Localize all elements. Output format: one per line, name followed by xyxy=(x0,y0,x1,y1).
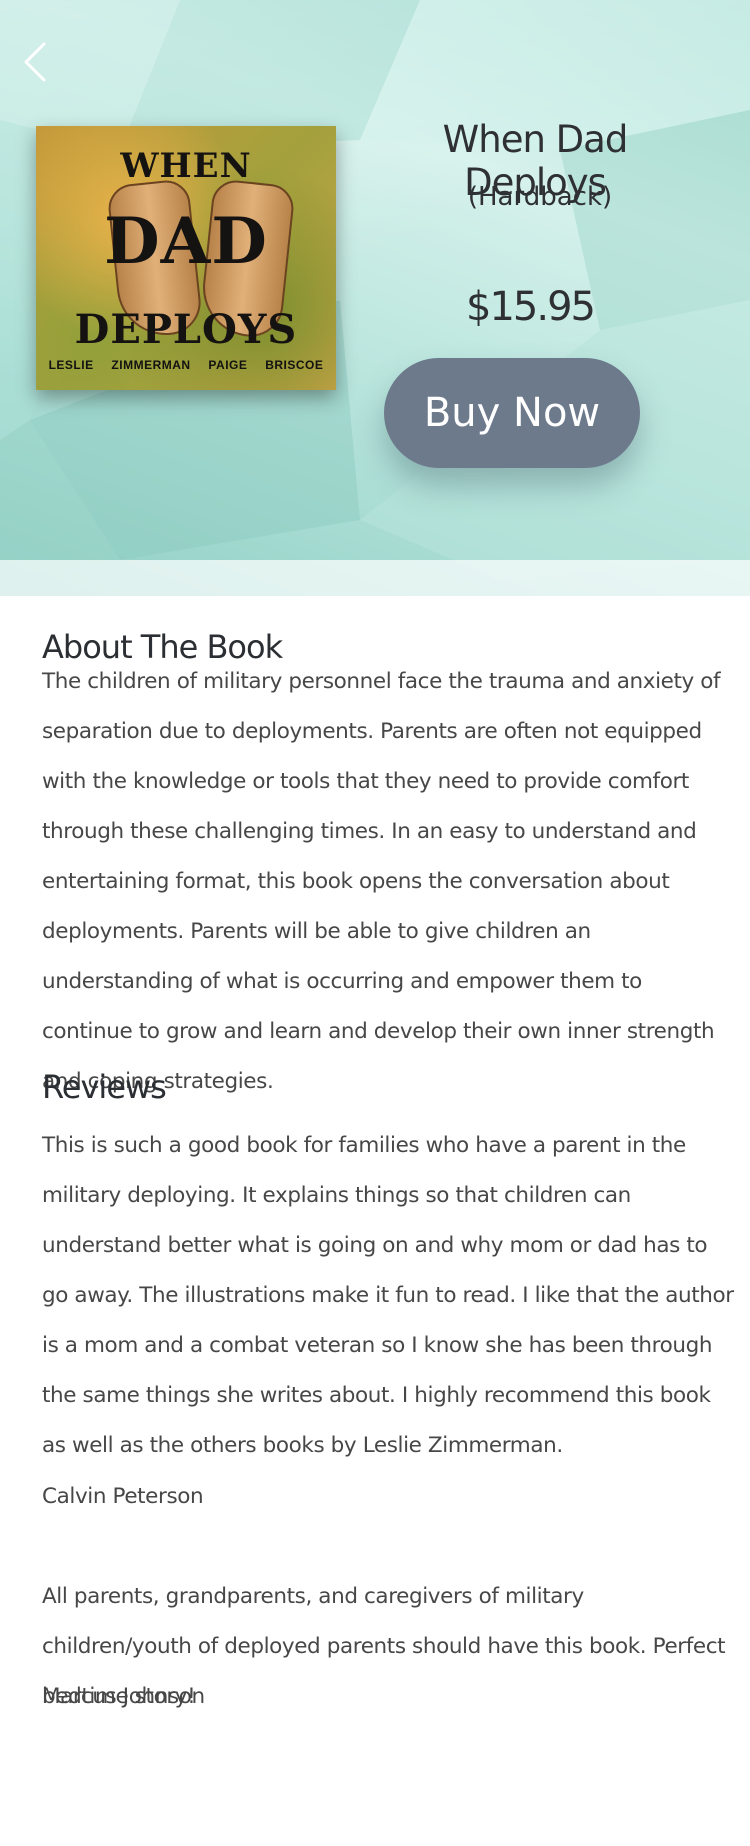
reviews-heading: Reviews xyxy=(42,1068,167,1106)
hero-banner: WHEN DAD DEPLOYS LESLIE ZIMMERMAN PAIGE … xyxy=(0,0,750,596)
chevron-left-icon xyxy=(24,42,46,82)
cover-authors: LESLIE ZIMMERMAN PAIGE BRISCOE xyxy=(48,358,324,372)
back-button[interactable] xyxy=(18,38,54,86)
buy-now-button[interactable]: Buy Now xyxy=(384,358,640,468)
book-price: $15.95 xyxy=(466,284,596,330)
cover-title-line1: WHEN xyxy=(120,146,252,186)
review-text-1: This is such a good book for families wh… xyxy=(42,1133,734,1458)
book-cover: WHEN DAD DEPLOYS LESLIE ZIMMERMAN PAIGE … xyxy=(36,126,336,390)
review-author-1: Calvin Peterson xyxy=(42,1484,204,1509)
review-author-2: Marcus Johnson xyxy=(42,1684,205,1709)
book-format: (Hardback) xyxy=(467,182,613,212)
cover-title-line2: DAD xyxy=(104,204,268,279)
about-text: The children of military personnel face … xyxy=(42,669,721,1094)
cover-title-line3: DEPLOYS xyxy=(74,306,298,353)
